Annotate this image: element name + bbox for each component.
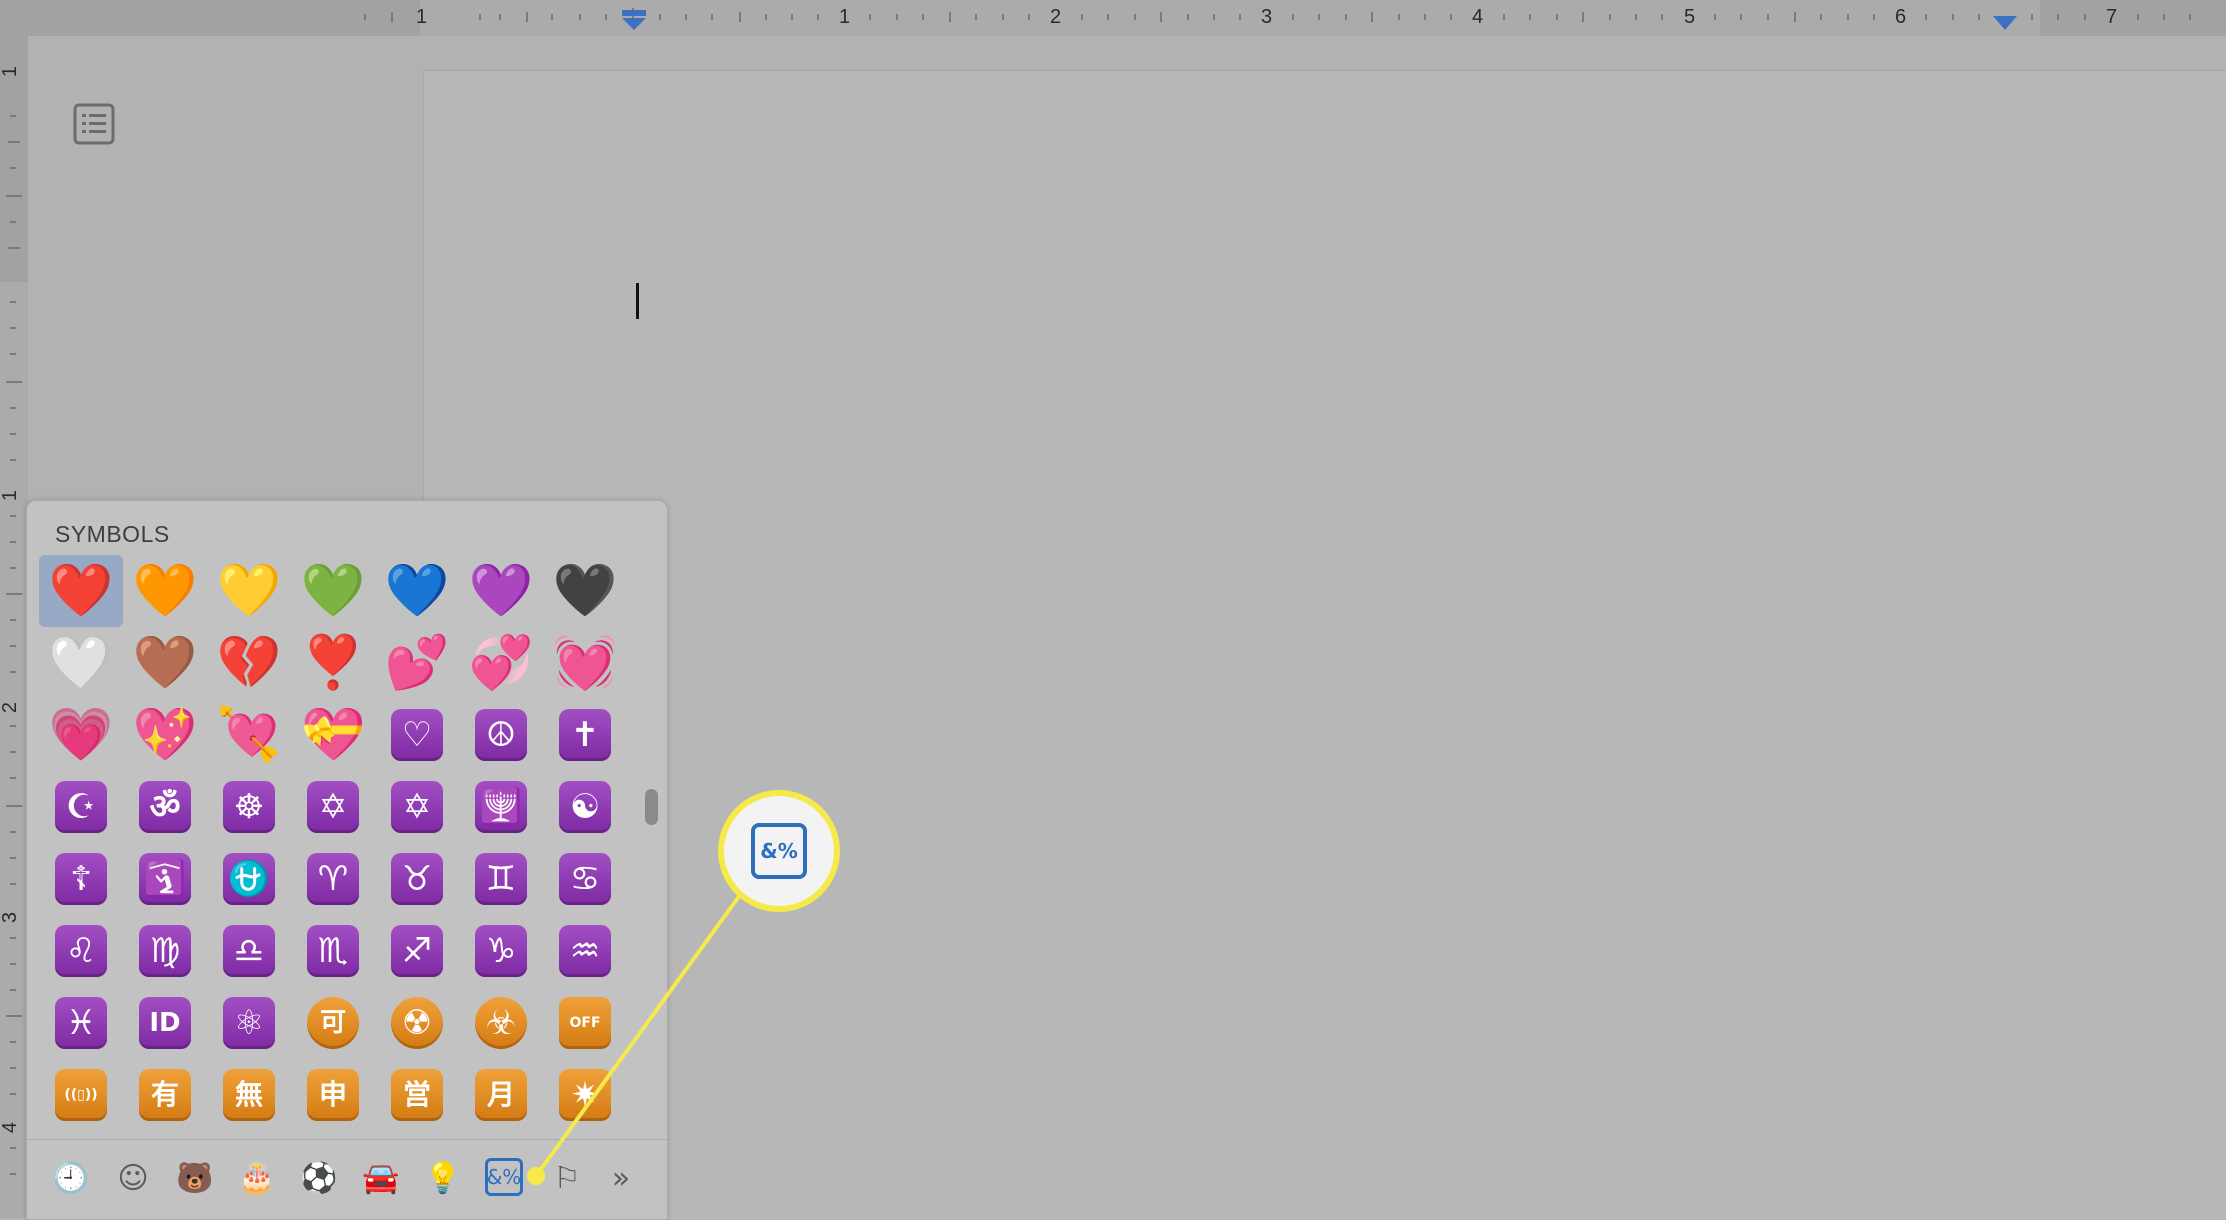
cake-icon[interactable]: 🎂	[237, 1158, 277, 1198]
emoji-accept-button[interactable]: 可	[291, 987, 375, 1059]
left-indent-marker[interactable]	[620, 10, 648, 32]
emoji-orange-heart[interactable]: 🧡	[123, 555, 207, 627]
emoji-biohazard[interactable]: ☣	[459, 987, 543, 1059]
emoji-star-david[interactable]: ✡	[291, 771, 375, 843]
car-icon[interactable]: 🚘	[361, 1158, 401, 1198]
emoji-heart-exclamation[interactable]: ❣️	[291, 627, 375, 699]
flag-icon[interactable]: ⚐	[547, 1158, 587, 1198]
emoji-growing-heart[interactable]: 💗	[39, 699, 123, 771]
emoji-white-heart[interactable]: 🤍	[39, 627, 123, 699]
emoji-brown-heart[interactable]: 🤎	[123, 627, 207, 699]
clock-icon[interactable]: 🕘	[51, 1158, 91, 1198]
text-cursor	[636, 283, 639, 319]
emoji-monthly-amount-button[interactable]: 月	[459, 1059, 543, 1131]
emoji-application-button[interactable]: 申	[291, 1059, 375, 1131]
document-outline-icon[interactable]	[72, 102, 116, 146]
category-tab-bar: 🕘 ☺ 🐻 🎂 ⚽ 🚘 💡 &% ⚐ »	[27, 1139, 667, 1220]
emoji-pisces[interactable]: ♓	[39, 987, 123, 1059]
vertical-ruler[interactable]: 1 1 2 3 4	[0, 36, 29, 1218]
emoji-two-hearts[interactable]: 💕	[375, 627, 459, 699]
emoji-aquarius[interactable]: ♒	[543, 915, 627, 987]
ruler-ticks	[364, 8, 2191, 26]
emoji-phone-off[interactable]: OFF	[543, 987, 627, 1059]
picker-scrollbar[interactable]	[645, 789, 658, 825]
emoji-beating-heart[interactable]: 💓	[543, 627, 627, 699]
emoji-yellow-heart[interactable]: 💛	[207, 555, 291, 627]
emoji-revolving-hearts[interactable]: 💞	[459, 627, 543, 699]
emoji-id-button[interactable]: ID	[123, 987, 207, 1059]
emoji-libra[interactable]: ♎	[207, 915, 291, 987]
emoji-star-crescent[interactable]: ☪	[39, 771, 123, 843]
emoji-scorpio[interactable]: ♏	[291, 915, 375, 987]
callout-magnifier: &%	[718, 790, 840, 912]
emoji-not-free-button[interactable]: 有	[123, 1059, 207, 1131]
emoji-open-business-button[interactable]: 営	[375, 1059, 459, 1131]
emoji-sagittarius[interactable]: ♐	[375, 915, 459, 987]
document-page[interactable]	[423, 70, 2226, 1219]
ball-icon[interactable]: ⚽	[299, 1158, 339, 1198]
emoji-om[interactable]: ॐ	[123, 771, 207, 843]
emoji-broken-heart[interactable]: 💔	[207, 627, 291, 699]
emoji-heart-decoration[interactable]: ♡	[375, 699, 459, 771]
emoji-vibration-mode[interactable]: ((▯))	[39, 1059, 123, 1131]
emoji-blue-heart[interactable]: 💙	[375, 555, 459, 627]
emoji-latin-cross[interactable]: ✝	[543, 699, 627, 771]
emoji-cancer[interactable]: ♋	[543, 843, 627, 915]
emoji-purple-heart[interactable]: 💜	[459, 555, 543, 627]
right-indent-marker[interactable]	[1992, 16, 2018, 32]
emoji-leo[interactable]: ♌	[39, 915, 123, 987]
emoji-dotted-star[interactable]: ✡	[375, 771, 459, 843]
emoji-place-worship[interactable]: 🛐	[123, 843, 207, 915]
emoji-grid: ❤️ 🧡 💛 💚 💙 💜 🖤 🤍 🤎 💔 ❣️ 💕 💞 💓 💗 💖 💘 💝 ♡ …	[39, 555, 639, 1135]
emoji-ophiuchus[interactable]: ⛎	[207, 843, 291, 915]
symbols-icon[interactable]: &%	[485, 1158, 523, 1196]
emoji-atom-symbol[interactable]: ⚛	[207, 987, 291, 1059]
emoji-orthodox-cross[interactable]: ☦	[39, 843, 123, 915]
emoji-wheel-dharma[interactable]: ☸	[207, 771, 291, 843]
emoji-heart-ribbon[interactable]: 💝	[291, 699, 375, 771]
emoji-eight-pointed-star[interactable]: ✷	[543, 1059, 627, 1131]
emoji-capricorn[interactable]: ♑	[459, 915, 543, 987]
emoji-green-heart[interactable]: 💚	[291, 555, 375, 627]
chevron-double-right-icon[interactable]: »	[601, 1158, 641, 1198]
emoji-black-heart[interactable]: 🖤	[543, 555, 627, 627]
emoji-sparkling-heart[interactable]: 💖	[123, 699, 207, 771]
emoji-picker[interactable]: SYMBOLS ❤️ 🧡 💛 💚 💙 💜 🖤 🤍 🤎 💔 ❣️ 💕 💞 💓 💗 …	[26, 500, 668, 1220]
lightbulb-icon[interactable]: 💡	[423, 1158, 463, 1198]
bear-icon[interactable]: 🐻	[175, 1158, 215, 1198]
smiley-icon[interactable]: ☺	[113, 1158, 153, 1198]
emoji-radioactive[interactable]: ☢	[375, 987, 459, 1059]
emoji-gemini[interactable]: ♊	[459, 843, 543, 915]
emoji-virgo[interactable]: ♍	[123, 915, 207, 987]
picker-section-title: SYMBOLS	[55, 521, 170, 547]
emoji-taurus[interactable]: ♉	[375, 843, 459, 915]
emoji-heart-arrow[interactable]: 💘	[207, 699, 291, 771]
emoji-red-heart[interactable]: ❤️	[39, 555, 123, 627]
emoji-yin-yang[interactable]: ☯	[543, 771, 627, 843]
emoji-aries[interactable]: ♈	[291, 843, 375, 915]
symbols-icon: &%	[751, 823, 807, 879]
emoji-free-of-charge-button[interactable]: 無	[207, 1059, 291, 1131]
horizontal-ruler[interactable]: 1 1 2 3 4 5 6 7	[0, 0, 2226, 37]
emoji-peace-symbol[interactable]: ☮	[459, 699, 543, 771]
emoji-menorah[interactable]: 🕎	[459, 771, 543, 843]
vertical-ruler-ticks	[6, 115, 22, 1175]
